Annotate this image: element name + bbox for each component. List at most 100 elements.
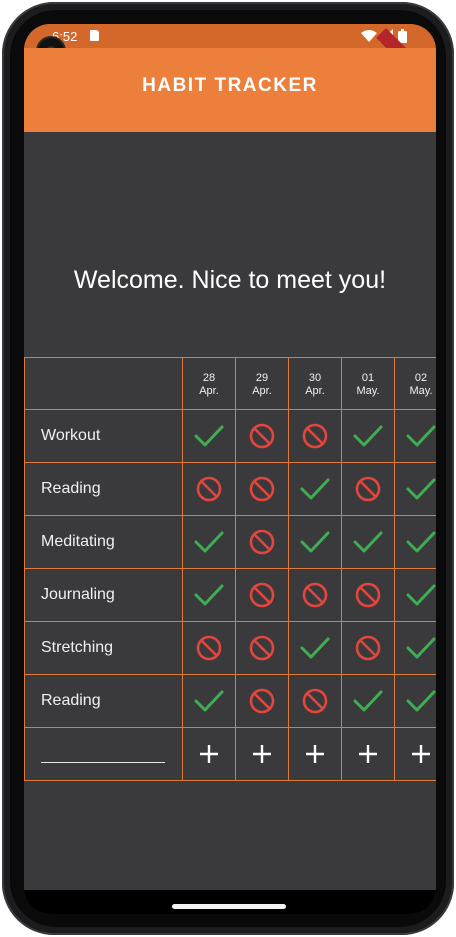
- date-header-label: 01 May.: [342, 372, 394, 398]
- habit-status-cell[interactable]: [235, 621, 289, 675]
- wifi-icon: [361, 30, 377, 42]
- app-bar: HABIT TRACKER: [24, 48, 436, 132]
- habit-status-cell[interactable]: [235, 674, 289, 728]
- date-day: 28: [202, 372, 216, 384]
- no-entry-icon: [196, 476, 222, 502]
- habit-status-cell[interactable]: [288, 674, 342, 728]
- status-bar: 6:52 DEBUG: [24, 24, 436, 102]
- habit-status-cell[interactable]: [182, 568, 236, 622]
- habit-name-cell[interactable]: Workout: [24, 409, 183, 463]
- no-entry-icon: [249, 423, 275, 449]
- date-header-label: 28 Apr.: [183, 372, 235, 398]
- habit-name-cell[interactable]: Reading: [24, 462, 183, 516]
- date-month: Apr.: [252, 385, 272, 397]
- habit-status-cell[interactable]: [182, 515, 236, 569]
- add-entry-button[interactable]: [341, 727, 395, 781]
- screen: 6:52 DEBUG HABIT TRACKER Welcome. Nice t…: [24, 24, 436, 914]
- date-header-cell: 01 May.: [341, 357, 395, 410]
- habit-status-cell[interactable]: [182, 621, 236, 675]
- habit-status-cell[interactable]: [394, 674, 436, 728]
- habit-status-cell[interactable]: [235, 462, 289, 516]
- check-icon: [406, 531, 436, 553]
- check-icon: [406, 690, 436, 712]
- add-entry-button[interactable]: [288, 727, 342, 781]
- check-icon: [194, 690, 224, 712]
- date-header-cell: 02 May.: [394, 357, 436, 410]
- check-icon: [406, 584, 436, 606]
- add-entry-button[interactable]: [394, 727, 436, 781]
- navigation-bar: [24, 890, 436, 914]
- habit-status-cell[interactable]: [394, 409, 436, 463]
- date-day: 30: [308, 372, 322, 384]
- check-icon: [194, 425, 224, 447]
- date-header-cell: 29 Apr.: [235, 357, 289, 410]
- habit-name-cell[interactable]: Meditating: [24, 515, 183, 569]
- add-entry-button[interactable]: [235, 727, 289, 781]
- date-header-cell: 28 Apr.: [182, 357, 236, 410]
- plus-icon: [359, 745, 377, 763]
- check-icon: [300, 637, 330, 659]
- habit-status-cell[interactable]: [182, 674, 236, 728]
- habit-name: Workout: [41, 427, 101, 444]
- plus-icon: [200, 745, 218, 763]
- habit-status-cell[interactable]: [288, 462, 342, 516]
- habit-status-cell[interactable]: [394, 621, 436, 675]
- welcome-message: Welcome. Nice to meet you!: [73, 266, 387, 294]
- habit-status-cell[interactable]: [235, 409, 289, 463]
- check-icon: [406, 425, 436, 447]
- date-month: Apr.: [305, 385, 325, 397]
- plus-icon: [306, 745, 324, 763]
- date-day: 29: [255, 372, 269, 384]
- habit-name: Reading: [41, 480, 101, 497]
- check-icon: [406, 637, 436, 659]
- home-indicator[interactable]: [172, 904, 286, 909]
- habit-name-cell[interactable]: Reading: [24, 674, 183, 728]
- habit-name: Reading: [41, 692, 101, 709]
- no-entry-icon: [249, 688, 275, 714]
- add-entry-button[interactable]: [182, 727, 236, 781]
- no-entry-icon: [355, 635, 381, 661]
- no-entry-icon: [196, 635, 222, 661]
- check-icon: [300, 478, 330, 500]
- habit-status-cell[interactable]: [394, 462, 436, 516]
- habit-status-cell[interactable]: [341, 621, 395, 675]
- date-header-label: 02 May.: [395, 372, 436, 398]
- check-icon: [194, 584, 224, 606]
- habit-status-cell[interactable]: [341, 568, 395, 622]
- habit-status-cell[interactable]: [394, 515, 436, 569]
- habit-name: Stretching: [41, 639, 114, 656]
- habit-status-cell[interactable]: [182, 462, 236, 516]
- habit-status-cell[interactable]: [341, 409, 395, 463]
- no-entry-icon: [355, 476, 381, 502]
- no-entry-icon: [249, 635, 275, 661]
- habit-status-cell[interactable]: [394, 568, 436, 622]
- no-entry-icon: [249, 582, 275, 608]
- no-entry-icon: [249, 529, 275, 555]
- check-icon: [353, 690, 383, 712]
- check-icon: [194, 531, 224, 553]
- habit-name-cell[interactable]: Stretching: [24, 621, 183, 675]
- habit-status-cell[interactable]: [341, 462, 395, 516]
- check-icon: [300, 531, 330, 553]
- habit-status-cell[interactable]: [288, 409, 342, 463]
- habit-status-cell[interactable]: [235, 568, 289, 622]
- habit-status-cell[interactable]: [288, 515, 342, 569]
- habit-status-cell[interactable]: [182, 409, 236, 463]
- habit-status-cell[interactable]: [341, 674, 395, 728]
- habit-name-cell[interactable]: Journaling: [24, 568, 183, 622]
- habit-status-cell[interactable]: [341, 515, 395, 569]
- no-entry-icon: [302, 688, 328, 714]
- habit-status-cell[interactable]: [288, 568, 342, 622]
- new-habit-input[interactable]: [24, 727, 183, 781]
- app-title: HABIT TRACKER: [142, 75, 318, 96]
- new-habit-underline: [41, 762, 165, 763]
- date-day: 01: [361, 372, 375, 384]
- date-month: May.: [409, 385, 433, 397]
- habit-status-cell[interactable]: [288, 621, 342, 675]
- no-entry-icon: [302, 423, 328, 449]
- date-header-label: 29 Apr.: [236, 372, 288, 398]
- no-entry-icon: [355, 582, 381, 608]
- habit-status-cell[interactable]: [235, 515, 289, 569]
- no-entry-icon: [302, 582, 328, 608]
- check-icon: [353, 531, 383, 553]
